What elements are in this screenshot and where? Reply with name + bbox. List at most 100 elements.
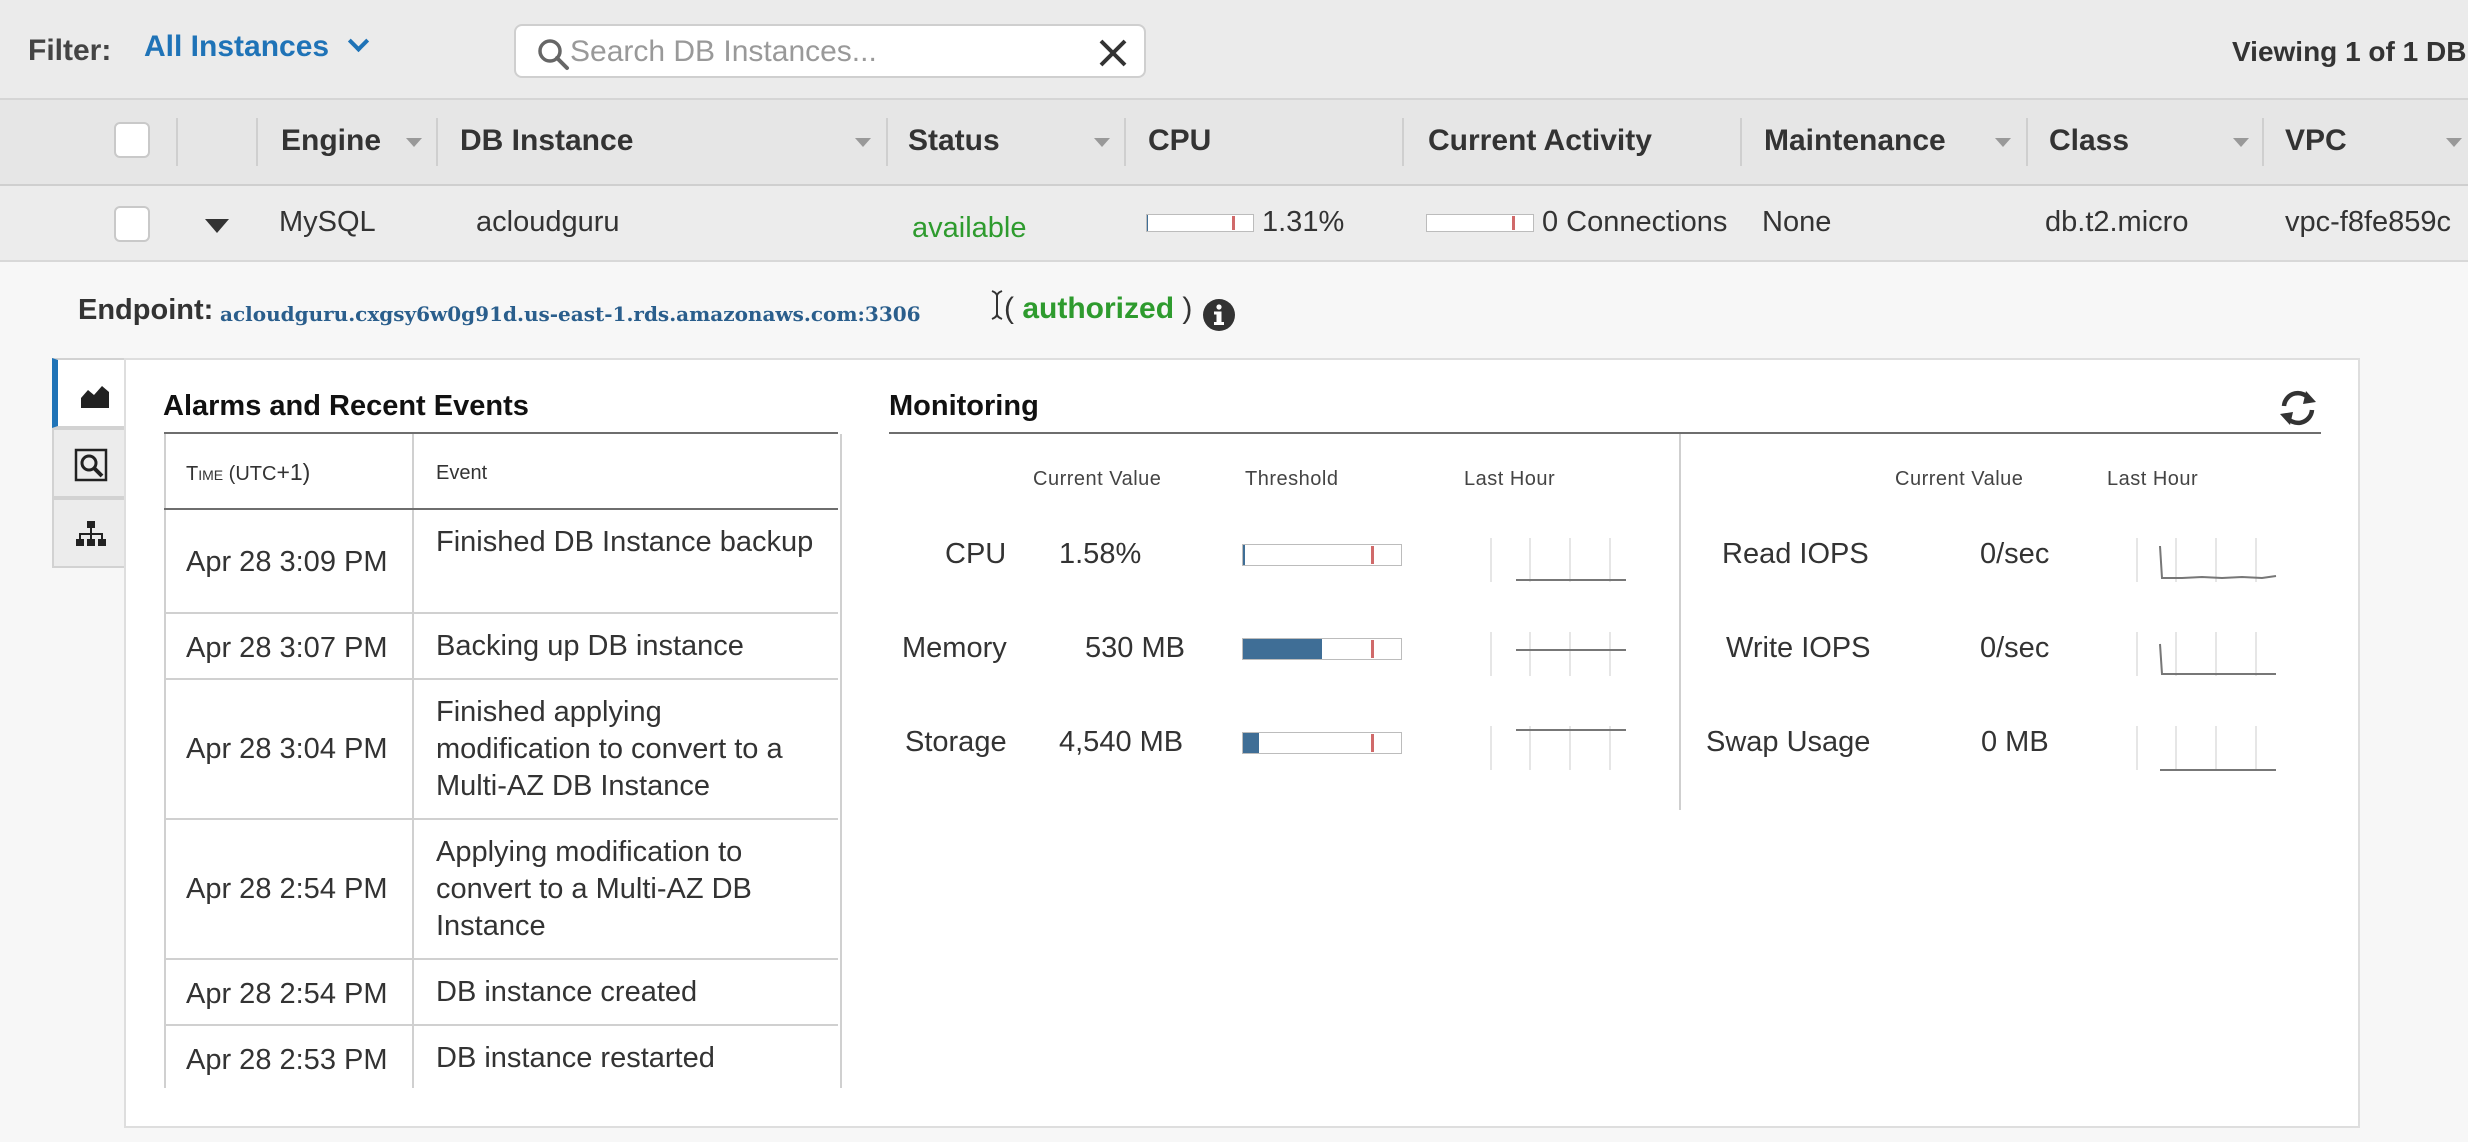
monitoring-header-current-value-2: Current Value	[1895, 468, 2024, 490]
row-status: available	[912, 212, 1027, 244]
event-text: Backing up DB instance	[436, 630, 744, 662]
table-row: Apr 28 3:04 PM Finished applying modific…	[164, 678, 838, 820]
threshold-marker	[1232, 216, 1235, 230]
info-icon[interactable]	[1202, 298, 1236, 332]
row-db-instance[interactable]: acloudguru	[476, 206, 620, 239]
area-chart-icon	[81, 386, 109, 408]
column-header-status[interactable]: Status	[908, 124, 1000, 158]
row-class: db.t2.micro	[2045, 206, 2189, 238]
event-text: DB instance created	[436, 976, 698, 1008]
column-header-cpu[interactable]: CPU	[1148, 124, 1211, 158]
chevron-down-icon	[347, 30, 370, 53]
memory-sparkline[interactable]	[1486, 626, 1636, 680]
tab-topology[interactable]	[52, 498, 126, 568]
cpu-sparkline[interactable]	[1486, 532, 1636, 586]
events-header-event: Event	[436, 462, 488, 484]
table-row: Apr 28 2:53 PM DB instance restarted	[164, 1024, 838, 1090]
utc-offset: +1)	[276, 459, 311, 485]
cpu-utilization-bar	[1146, 214, 1254, 232]
events-title: Alarms and Recent Events	[163, 390, 529, 422]
magnifier-icon	[74, 448, 108, 482]
search-input[interactable]	[568, 28, 1072, 76]
metric-value-memory: 530 MB	[1085, 632, 1185, 664]
column-divider	[256, 118, 258, 166]
event-text: Finished applying modification to conver…	[436, 696, 783, 802]
sort-caret-icon[interactable]	[406, 138, 422, 147]
column-divider	[1124, 118, 1126, 166]
threshold-marker	[1371, 640, 1374, 658]
endpoint-label: Endpoint:	[78, 294, 214, 326]
table-row: Apr 28 3:09 PM Finished DB Instance back…	[164, 510, 838, 612]
filter-bar: Filter: All Instances Viewing 1 of 1 DB	[0, 0, 2468, 100]
close-icon[interactable]	[1094, 34, 1132, 72]
threshold-marker	[1512, 216, 1515, 230]
column-header-vpc[interactable]: VPC	[2285, 124, 2347, 158]
endpoint-value[interactable]: acloudguru.cxgsy6w0g91d.us-east-1.rds.am…	[220, 302, 921, 326]
metric-value-swap-usage: 0 MB	[1981, 726, 2049, 758]
monitoring-header-last-hour: Last Hour	[1464, 468, 1556, 490]
row-vpc[interactable]: vpc-f8fe859c	[2285, 206, 2451, 239]
metric-value-storage: 4,540 MB	[1059, 726, 1184, 758]
event-text: Finished DB Instance backup	[436, 526, 814, 558]
search-icon	[538, 39, 569, 70]
threshold-marker	[1371, 734, 1374, 752]
swap-usage-sparkline[interactable]	[2132, 720, 2282, 774]
sort-caret-icon[interactable]	[2446, 138, 2462, 147]
column-header-maintenance[interactable]: Maintenance	[1764, 124, 1946, 158]
pagination-status: Viewing 1 of 1 DB	[2232, 36, 2467, 67]
events-header-time: Time (UTC+1)	[186, 459, 310, 486]
table-header: Engine DB Instance Status CPU Current Ac…	[0, 100, 2468, 186]
event-text: DB instance restarted	[436, 1042, 715, 1074]
column-divider	[1402, 118, 1404, 166]
text-cursor-icon	[991, 290, 1003, 320]
row-current-activity[interactable]: 0 Connections	[1542, 206, 1727, 239]
column-header-db-instance[interactable]: DB Instance	[460, 124, 633, 158]
column-header-engine[interactable]: Engine	[281, 124, 381, 158]
event-time: Apr 28 2:54 PM	[186, 873, 388, 905]
column-header-current-activity[interactable]: Current Activity	[1428, 124, 1652, 158]
column-divider	[176, 118, 178, 166]
row-cpu: 1.31%	[1262, 206, 1345, 238]
event-time: Apr 28 3:07 PM	[186, 632, 388, 664]
metric-value-cpu: 1.58%	[1059, 538, 1142, 570]
cpu-threshold-fill	[1243, 545, 1246, 565]
write-iops-sparkline[interactable]	[2132, 626, 2282, 680]
column-divider	[436, 118, 438, 166]
sort-caret-icon[interactable]	[855, 138, 871, 147]
metric-label-memory: Memory	[902, 632, 1007, 664]
security-group-status: ( authorized )	[1004, 292, 1192, 326]
expand-row-caret-icon[interactable]	[205, 219, 229, 233]
select-all-checkbox[interactable]	[114, 122, 150, 158]
metric-value-read-iops: 0/sec	[1980, 538, 2050, 570]
paren-close: )	[1182, 292, 1193, 325]
tab-search-logs[interactable]	[52, 428, 126, 498]
column-divider	[2262, 118, 2264, 166]
search-box	[514, 24, 1146, 78]
column-divider	[1740, 118, 1742, 166]
time-header-label: Time	[186, 463, 224, 485]
instance-filter-dropdown[interactable]: All Instances	[144, 30, 370, 64]
row-checkbox[interactable]	[114, 206, 150, 242]
memory-threshold-fill	[1243, 639, 1322, 659]
tab-alarms-monitoring[interactable]	[52, 358, 126, 428]
table-row[interactable]: MySQL acloudguru available 1.31% 0 Conne…	[0, 186, 2468, 262]
table-row: Apr 28 3:07 PM Backing up DB instance	[164, 612, 838, 680]
refresh-icon[interactable]	[2276, 388, 2320, 428]
sort-caret-icon[interactable]	[1094, 138, 1110, 147]
read-iops-sparkline[interactable]	[2132, 532, 2282, 586]
connections-bar	[1426, 214, 1534, 232]
filter-label: Filter:	[28, 34, 112, 67]
row-maintenance: None	[1762, 206, 1832, 238]
sort-caret-icon[interactable]	[1995, 138, 2011, 147]
threshold-marker	[1371, 546, 1374, 564]
column-header-class[interactable]: Class	[2049, 124, 2129, 158]
metric-label-read-iops: Read IOPS	[1722, 538, 1869, 570]
monitoring-divider	[1679, 434, 1681, 810]
utc-label: (UTC	[228, 463, 277, 485]
metric-label-storage: Storage	[905, 726, 1007, 758]
storage-sparkline[interactable]	[1486, 720, 1636, 774]
metric-value-write-iops: 0/sec	[1980, 632, 2050, 664]
sort-caret-icon[interactable]	[2233, 138, 2249, 147]
filter-selected-value: All Instances	[144, 30, 330, 63]
table-row: Apr 28 2:54 PM Applying modification to …	[164, 818, 838, 960]
